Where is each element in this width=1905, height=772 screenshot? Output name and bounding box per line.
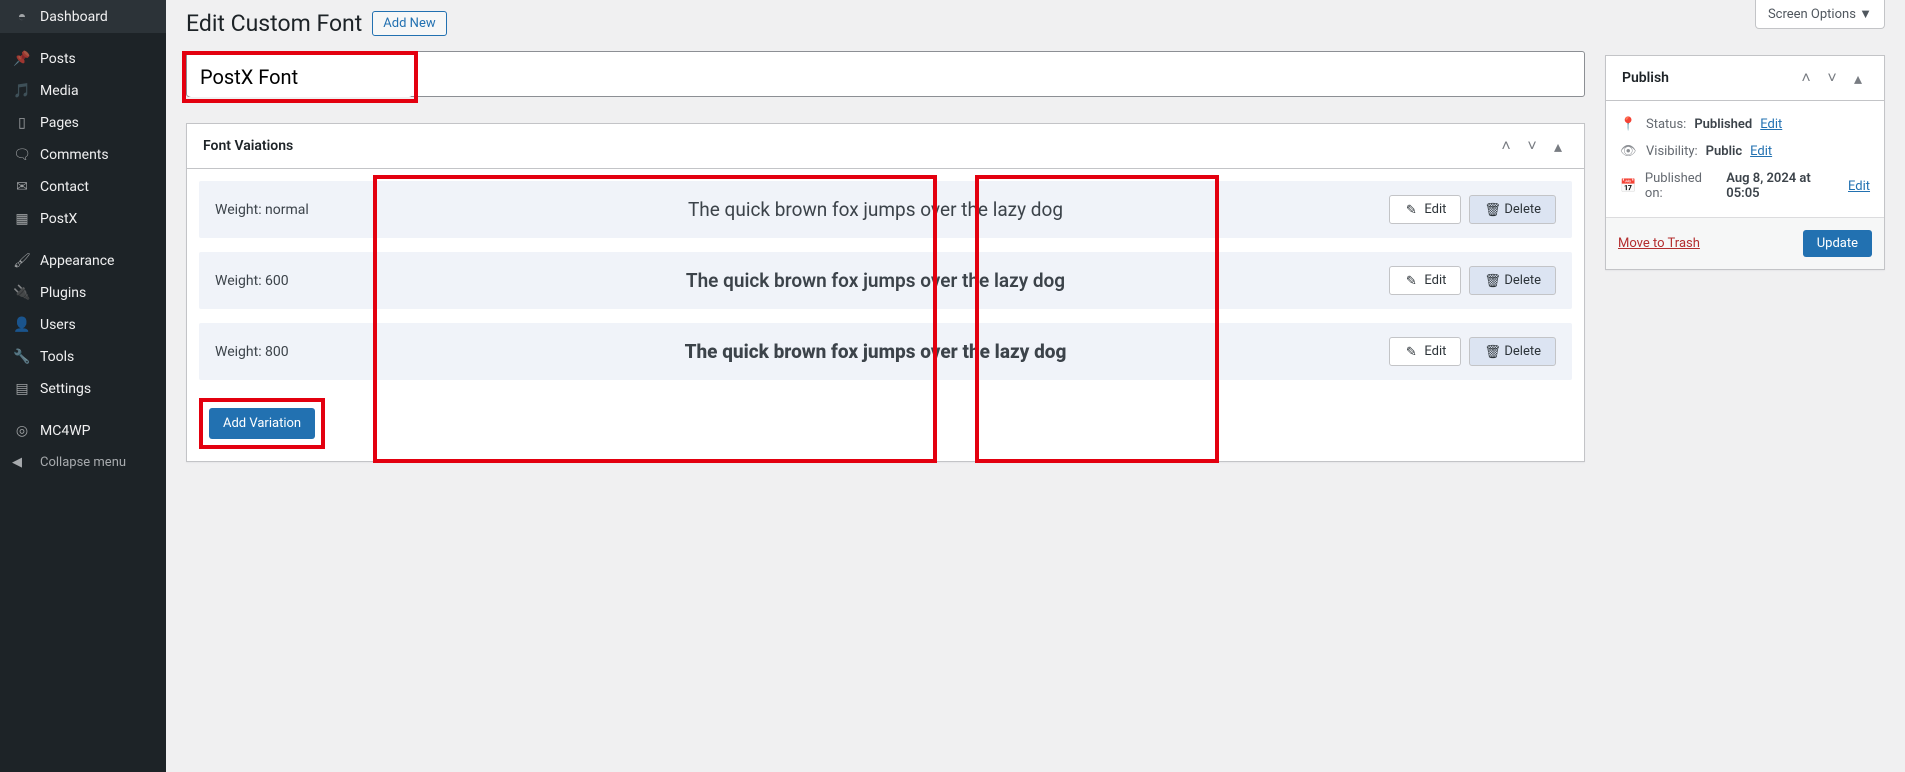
sidebar-item-tools[interactable]: 🔧 Tools — [0, 341, 166, 373]
sidebar-item-settings[interactable]: ▤ Settings — [0, 373, 166, 405]
panel-up-icon[interactable]: ˄ — [1796, 68, 1816, 88]
sidebar-item-posts[interactable]: 📌 Posts — [0, 43, 166, 75]
sidebar-item-label: Contact — [40, 179, 89, 195]
panel-title: Font Vaiations — [203, 138, 293, 154]
highlight-title — [182, 51, 418, 103]
key-icon: 📍 — [1620, 117, 1638, 132]
sidebar-item-label: Settings — [40, 381, 91, 397]
delete-variation-button[interactable]: 🗑Delete — [1469, 266, 1556, 295]
sidebar-item-label: Plugins — [40, 285, 86, 301]
eye-icon: 👁 — [1620, 144, 1638, 159]
trash-icon: 🗑 — [1484, 274, 1498, 288]
pin-icon: 📌 — [12, 51, 32, 67]
mail-icon: ✉ — [12, 179, 32, 195]
publish-date-row: 📅 Published on: Aug 8, 2024 at 05:05 Edi… — [1620, 165, 1870, 207]
collapse-menu[interactable]: ◀ Collapse menu — [0, 447, 166, 478]
user-icon: 👤 — [12, 317, 32, 333]
trash-icon: 🗑 — [1484, 203, 1498, 217]
page-title: Edit Custom Font — [186, 10, 362, 37]
sidebar-item-label: Media — [40, 83, 79, 99]
pencil-icon: ✎ — [1404, 274, 1418, 288]
panel-toggle-icon[interactable]: ▴ — [1848, 68, 1868, 88]
brush-icon: 🖌 — [12, 253, 32, 269]
pencil-icon: ✎ — [1404, 203, 1418, 217]
sidebar-item-label: Appearance — [40, 253, 114, 269]
variation-weight-label: Weight: 800 — [215, 344, 395, 360]
pages-icon: ▯ — [12, 115, 32, 131]
delete-variation-button[interactable]: 🗑Delete — [1469, 195, 1556, 224]
edit-visibility-link[interactable]: Edit — [1750, 144, 1772, 159]
main-content: Screen Options ▼ Edit Custom Font Add Ne… — [166, 0, 1905, 772]
sidebar-item-postx[interactable]: ▦ PostX — [0, 203, 166, 235]
sidebar-item-plugins[interactable]: 🔌 Plugins — [0, 277, 166, 309]
sidebar-item-pages[interactable]: ▯ Pages — [0, 107, 166, 139]
sidebar-item-users[interactable]: 👤 Users — [0, 309, 166, 341]
media-icon: 🎵 — [12, 83, 32, 99]
sidebar-item-label: Dashboard — [40, 9, 108, 25]
edit-date-link[interactable]: Edit — [1848, 179, 1870, 194]
sidebar-item-appearance[interactable]: 🖌 Appearance — [0, 245, 166, 277]
plug-icon: 🔌 — [12, 285, 32, 301]
highlight-add-variation: Add Variation — [199, 398, 325, 449]
publish-panel: Publish ˄ ˅ ▴ 📍 Status: Published Edit — [1605, 55, 1885, 270]
panel-down-icon[interactable]: ˅ — [1822, 68, 1842, 88]
publish-status-row: 📍 Status: Published Edit — [1620, 111, 1870, 138]
mc4wp-icon: ◎ — [12, 423, 32, 439]
move-to-trash-link[interactable]: Move to Trash — [1618, 236, 1700, 251]
sidebar-item-mc4wp[interactable]: ◎ MC4WP — [0, 415, 166, 447]
sidebar-item-dashboard[interactable]: ◓ Dashboard — [0, 0, 166, 33]
screen-options-button[interactable]: Screen Options ▼ — [1755, 0, 1885, 29]
edit-variation-button[interactable]: ✎Edit — [1389, 337, 1461, 366]
variation-row: Weight: 600 The quick brown fox jumps ov… — [199, 252, 1572, 309]
sidebar-item-label: MC4WP — [40, 423, 90, 439]
panel-title: Publish — [1622, 70, 1669, 86]
update-button[interactable]: Update — [1803, 230, 1872, 257]
panel-up-icon[interactable]: ˄ — [1496, 136, 1516, 156]
variation-preview-text: The quick brown fox jumps over the lazy … — [395, 198, 1356, 221]
variation-preview-text: The quick brown fox jumps over the lazy … — [395, 340, 1356, 363]
settings-icon: ▤ — [12, 381, 32, 397]
edit-variation-button[interactable]: ✎Edit — [1389, 195, 1461, 224]
sidebar-item-label: Posts — [40, 51, 76, 67]
collapse-label: Collapse menu — [40, 455, 126, 470]
variation-row: Weight: 800 The quick brown fox jumps ov… — [199, 323, 1572, 380]
trash-icon: 🗑 — [1484, 345, 1498, 359]
font-variations-panel: Font Vaiations ˄ ˅ ▴ Weight: normal The … — [186, 123, 1585, 462]
postx-icon: ▦ — [12, 211, 32, 227]
dashboard-icon: ◓ — [12, 8, 32, 25]
sidebar-item-label: Pages — [40, 115, 79, 131]
delete-variation-button[interactable]: 🗑Delete — [1469, 337, 1556, 366]
admin-sidebar: ◓ Dashboard 📌 Posts 🎵 Media ▯ Pages 🗨 Co… — [0, 0, 166, 772]
panel-down-icon[interactable]: ˅ — [1522, 136, 1542, 156]
sidebar-item-label: PostX — [40, 211, 77, 227]
variation-preview-text: The quick brown fox jumps over the lazy … — [395, 269, 1356, 292]
sidebar-item-label: Tools — [40, 349, 74, 365]
panel-toggle-icon[interactable]: ▴ — [1548, 136, 1568, 156]
sidebar-item-label: Comments — [40, 147, 109, 163]
add-variation-button[interactable]: Add Variation — [209, 408, 315, 439]
pencil-icon: ✎ — [1404, 345, 1418, 359]
sidebar-item-label: Users — [40, 317, 76, 333]
add-new-button[interactable]: Add New — [372, 11, 446, 36]
calendar-icon: 📅 — [1620, 179, 1637, 194]
variation-row: Weight: normal The quick brown fox jumps… — [199, 181, 1572, 238]
sidebar-item-comments[interactable]: 🗨 Comments — [0, 139, 166, 171]
variation-weight-label: Weight: 600 — [215, 273, 395, 289]
comment-icon: 🗨 — [12, 147, 32, 163]
edit-variation-button[interactable]: ✎Edit — [1389, 266, 1461, 295]
wrench-icon: 🔧 — [12, 349, 32, 365]
publish-visibility-row: 👁 Visibility: Public Edit — [1620, 138, 1870, 165]
edit-status-link[interactable]: Edit — [1760, 117, 1782, 132]
font-title-input[interactable] — [188, 57, 412, 97]
sidebar-item-contact[interactable]: ✉ Contact — [0, 171, 166, 203]
collapse-icon: ◀ — [12, 455, 32, 470]
sidebar-item-media[interactable]: 🎵 Media — [0, 75, 166, 107]
variation-weight-label: Weight: normal — [215, 202, 395, 218]
